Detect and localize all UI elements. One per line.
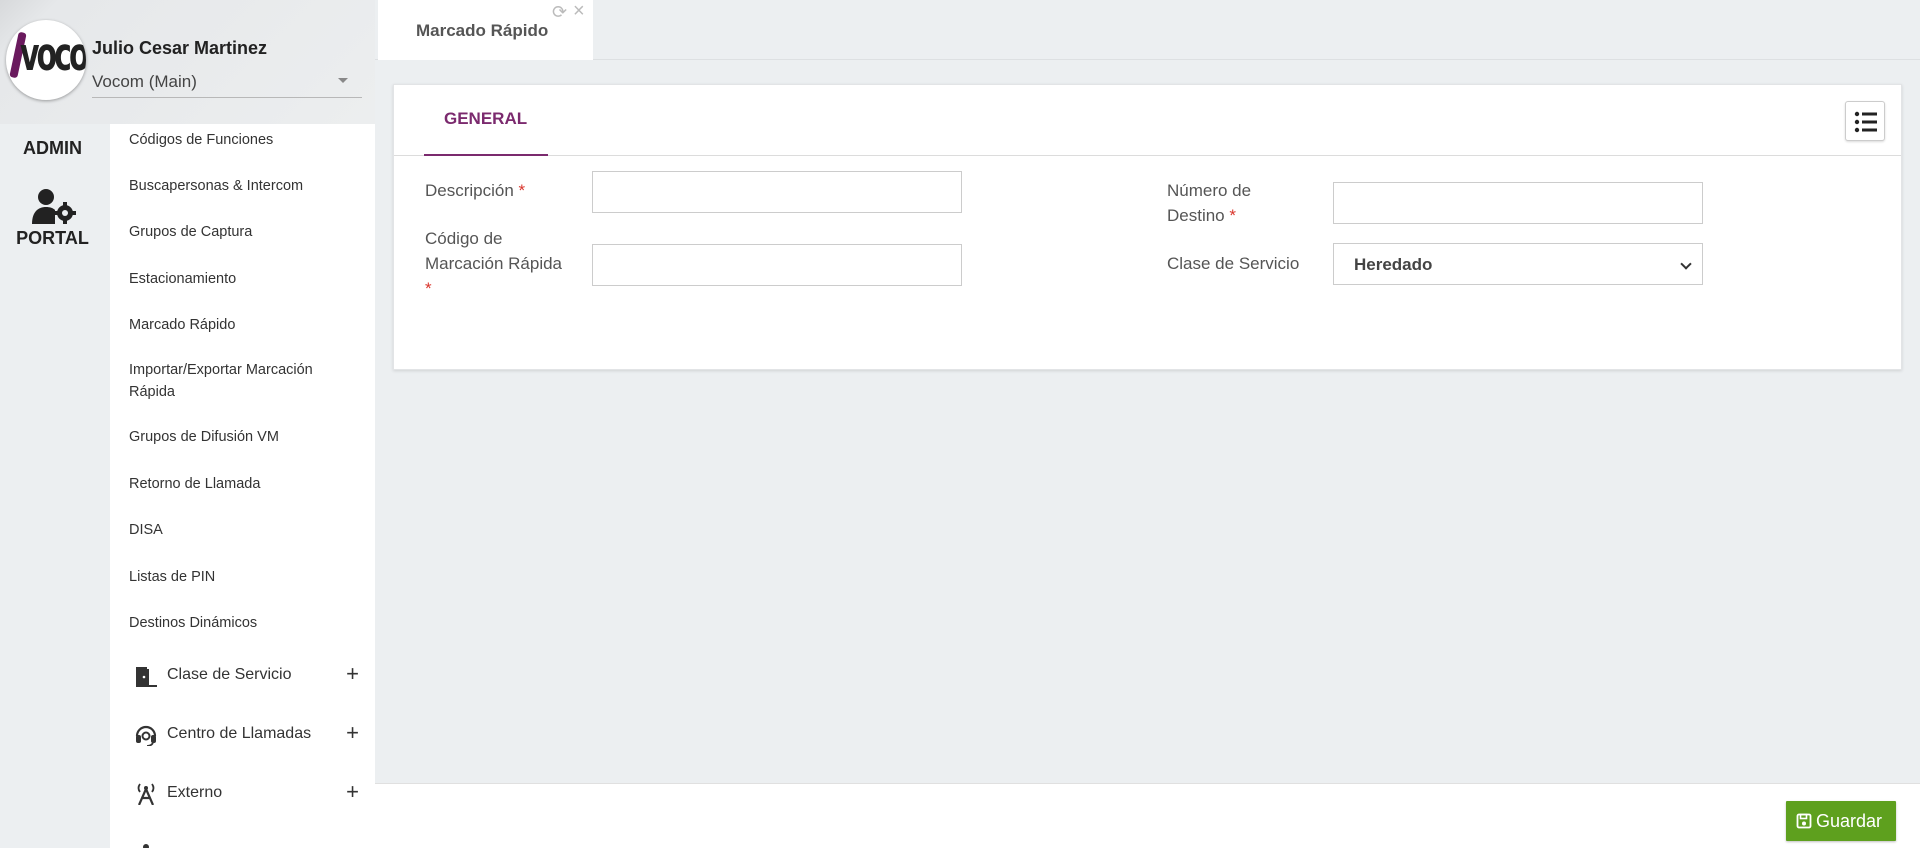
submenu-group-label: Externo [167, 784, 223, 801]
descripcion-input[interactable] [592, 171, 962, 213]
submenu-item-retorno-llamada[interactable]: Retorno de Llamada [129, 473, 369, 495]
submenu-item-buscapersonas[interactable]: Buscapersonas & Intercom [129, 175, 369, 197]
submenu-group-partial[interactable] [134, 837, 359, 848]
clase-servicio-value: Heredado [1354, 255, 1433, 274]
submenu-item-codigos-funciones[interactable]: Códigos de Funciones [129, 129, 369, 151]
submenu-panel: Códigos de Funciones Buscapersonas & Int… [110, 124, 375, 848]
tab-general-label: GENERAL [444, 109, 528, 128]
submenu-item-importar-exportar[interactable]: Importar/Exportar Marcación Rápida [129, 359, 349, 403]
clase-servicio-label: Clase de Servicio [1167, 254, 1300, 273]
submenu-item-marcado-rapido[interactable]: Marcado Rápido [129, 314, 369, 336]
tenant-select[interactable]: Vocom (Main) [92, 70, 362, 98]
submenu-item-disa[interactable]: DISA [129, 519, 369, 541]
tab-bar: Marcado Rápido ⟳ × [375, 0, 1920, 60]
user-header: vocom Julio Cesar Martinez Vocom (Main) [0, 0, 375, 124]
submenu-group-centro-llamadas[interactable]: Centro de Llamadas + [134, 720, 359, 750]
icon-rail: ADMIN PORTAL [0, 0, 110, 848]
submenu-item-listas-pin[interactable]: Listas de PIN [129, 566, 369, 588]
list-icon [1854, 111, 1877, 133]
required-mark: * [425, 279, 432, 298]
codigo-input[interactable] [592, 244, 962, 286]
partial-group-icon [143, 844, 149, 848]
refresh-icon[interactable]: ⟳ [552, 2, 567, 23]
close-icon[interactable]: × [573, 0, 585, 23]
door-icon [136, 667, 157, 687]
required-mark: * [1229, 206, 1236, 225]
submenu-group-clase-servicio[interactable]: Clase de Servicio + [134, 661, 359, 691]
tab-label: Marcado Rápido [416, 21, 549, 40]
submenu-item-destinos-dinamicos[interactable]: Destinos Dinámicos [129, 612, 369, 634]
list-view-button[interactable] [1845, 101, 1885, 141]
caret-down-icon [338, 78, 348, 83]
descripcion-label: Descripción * [425, 181, 526, 200]
headset-icon [135, 725, 157, 746]
clase-servicio-select[interactable]: Heredado [1333, 243, 1703, 285]
rail-admin-label: ADMIN [23, 138, 82, 158]
submenu-group-externo[interactable]: Externo + [134, 779, 359, 809]
save-label: Guardar [1816, 810, 1883, 831]
chevron-down-icon [1680, 258, 1692, 270]
tab-general[interactable]: GENERAL [424, 85, 548, 156]
footer-bar: Guardar [375, 783, 1920, 848]
numero-destino-input[interactable] [1333, 182, 1703, 224]
submenu-item-grupos-difusion[interactable]: Grupos de Difusión VM [129, 426, 369, 448]
save-button[interactable]: Guardar [1786, 801, 1896, 841]
submenu-item-grupos-captura[interactable]: Grupos de Captura [129, 221, 369, 243]
card-tab-strip: GENERAL [394, 85, 1901, 156]
submenu-group-label: Clase de Servicio [167, 666, 292, 683]
rail-portal-label: PORTAL [16, 228, 89, 248]
user-name: Julio Cesar Martinez [92, 38, 268, 58]
user-gear-icon [31, 189, 76, 224]
required-mark: * [518, 181, 526, 200]
rail-portal[interactable]: PORTAL [0, 188, 105, 249]
codigo-label: Código de Marcación Rápida * [425, 226, 562, 301]
plus-icon[interactable]: + [346, 720, 359, 746]
plus-icon[interactable]: + [346, 779, 359, 805]
submenu-item-estacionamiento[interactable]: Estacionamiento [129, 268, 369, 290]
company-logo: vocom [6, 20, 86, 100]
logo-text: vocom [20, 29, 86, 82]
tenant-value: Vocom (Main) [92, 72, 197, 91]
tab-marcado-rapido[interactable]: Marcado Rápido ⟳ × [378, 0, 593, 60]
save-icon [1796, 813, 1812, 828]
form-card: GENERAL Descripción * Código de Marcació… [393, 84, 1902, 370]
numero-destino-label: Número de Destino * [1167, 181, 1252, 225]
antenna-icon [137, 783, 155, 805]
plus-icon[interactable]: + [346, 661, 359, 687]
submenu-group-label: Centro de Llamadas [167, 725, 312, 742]
